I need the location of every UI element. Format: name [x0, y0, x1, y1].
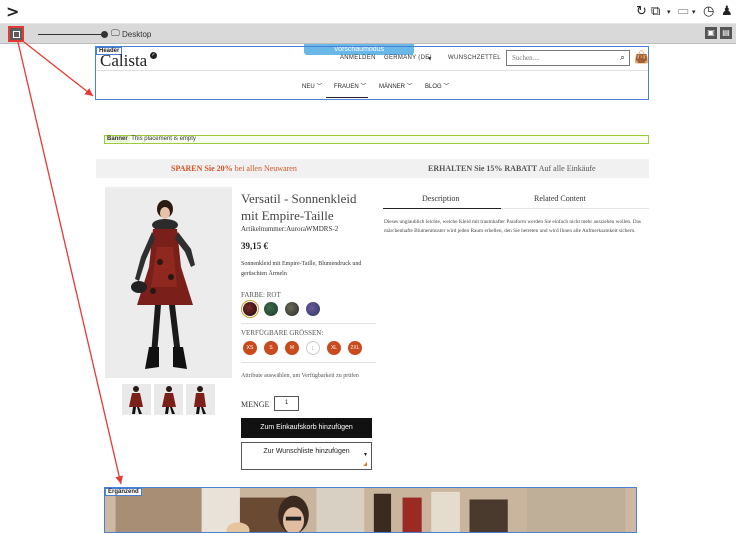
annotation-arrows: [17, 41, 124, 485]
